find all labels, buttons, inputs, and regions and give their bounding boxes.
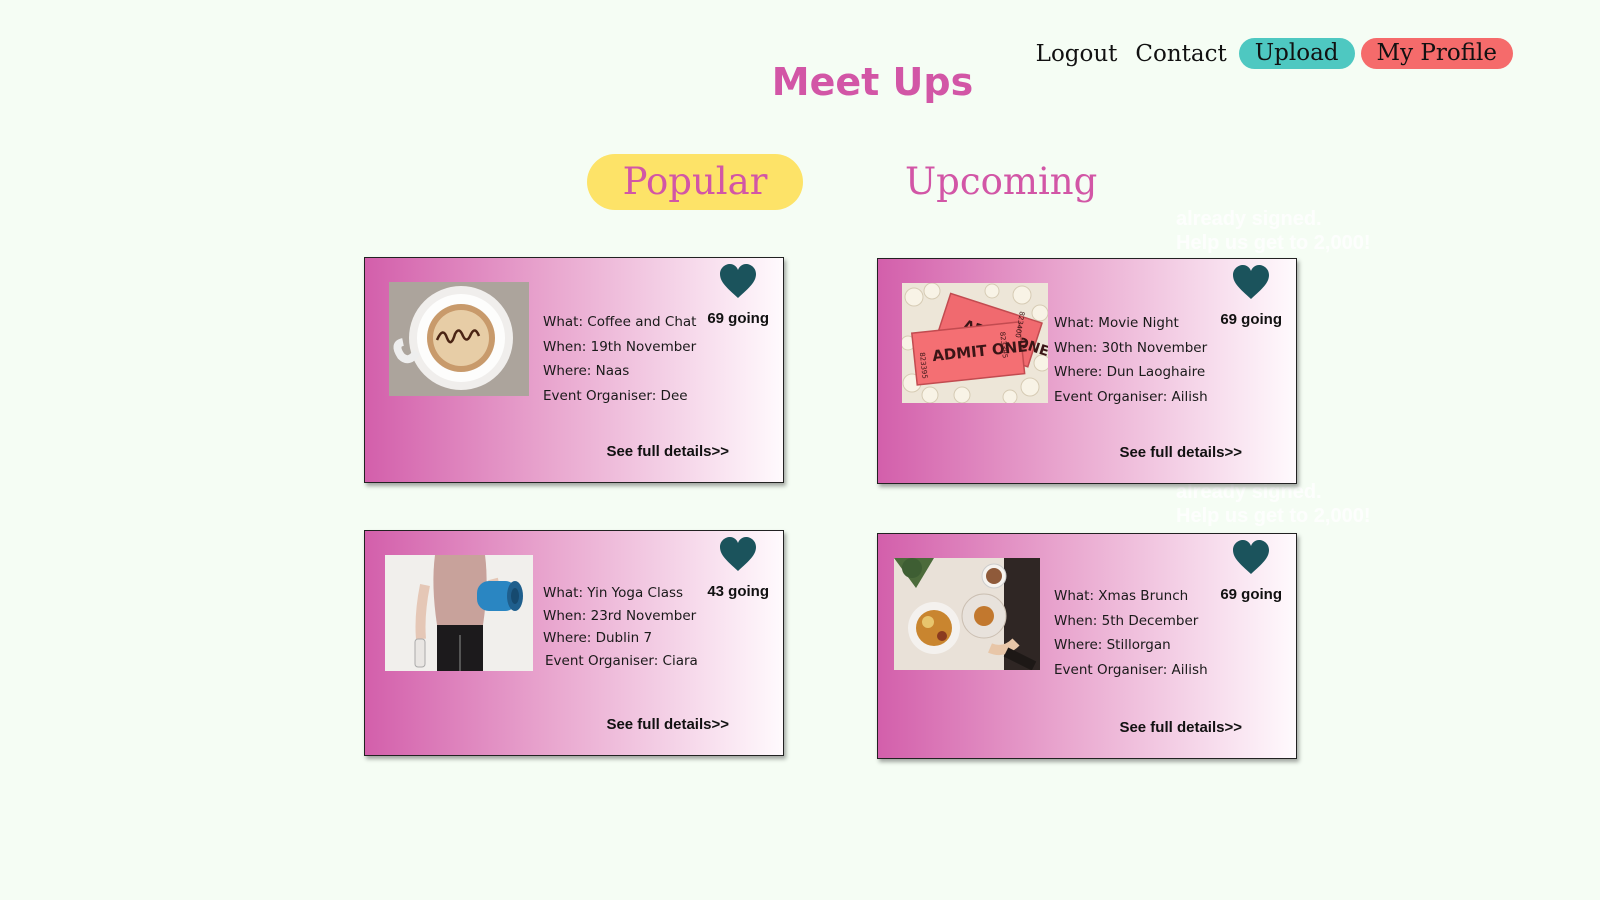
- event-when: When: 30th November: [1054, 339, 1208, 356]
- ghost-line: already signed.: [1176, 208, 1322, 230]
- going-count: 69 going: [1220, 586, 1282, 603]
- event-details: What: Coffee and Chat When: 19th Novembe…: [543, 310, 696, 408]
- ghost-line: Help us get to 2,000!: [1176, 505, 1371, 527]
- yoga-mat-person-image: [385, 555, 533, 671]
- coffee-cup-image: [389, 282, 529, 396]
- going-count: 69 going: [707, 310, 769, 327]
- event-what: What: Movie Night: [1054, 315, 1179, 331]
- event-card-movie[interactable]: ADMIT ONE ADMIT ONE 823395 823395 823400…: [877, 258, 1297, 484]
- event-where: Where: Dublin 7: [543, 630, 653, 646]
- going-count: 69 going: [1220, 311, 1282, 328]
- ghost-signup-text-top: already signed. Help us get to 2,000!: [1176, 207, 1371, 255]
- movie-tickets-popcorn-image: ADMIT ONE ADMIT ONE 823395 823395 823400: [902, 283, 1048, 403]
- event-details: What: Yin Yoga Class When: 23rd November…: [543, 582, 698, 672]
- heart-icon[interactable]: [719, 537, 757, 573]
- event-when: When: 23rd November: [543, 607, 697, 624]
- see-full-details-link[interactable]: See full details>>: [1119, 444, 1242, 461]
- event-when: When: 19th November: [543, 338, 697, 355]
- event-details: What: Movie Night When: 30th November Wh…: [1054, 311, 1208, 409]
- see-full-details-link[interactable]: See full details>>: [606, 716, 729, 733]
- event-card-yoga[interactable]: What: Yin Yoga Class When: 23rd November…: [364, 530, 784, 756]
- event-organiser: Event Organiser: Ailish: [1054, 388, 1208, 405]
- event-what: What: Xmas Brunch: [1054, 588, 1189, 604]
- going-count: 43 going: [707, 583, 769, 600]
- event-where: Where: Stillorgan: [1054, 637, 1171, 653]
- page-title: Meet Ups: [771, 60, 974, 104]
- see-full-details-link[interactable]: See full details>>: [606, 443, 729, 460]
- heart-icon[interactable]: [1232, 540, 1270, 576]
- see-full-details-link[interactable]: See full details>>: [1119, 719, 1242, 736]
- event-card-brunch[interactable]: What: Xmas Brunch When: 5th December Whe…: [877, 533, 1297, 759]
- event-what: What: Coffee and Chat: [543, 314, 697, 330]
- event-where: Where: Naas: [543, 363, 630, 379]
- ghost-line: Help us get to 2,000!: [1176, 232, 1371, 254]
- heart-icon[interactable]: [719, 264, 757, 300]
- event-when: When: 5th December: [1054, 612, 1199, 629]
- heart-icon[interactable]: [1232, 265, 1270, 301]
- event-organiser: Event Organiser: Ciara: [545, 652, 698, 669]
- event-card-coffee[interactable]: What: Coffee and Chat When: 19th Novembe…: [364, 257, 784, 483]
- ghost-signup-text-bottom: already signed. Help us get to 2,000!: [1176, 480, 1371, 528]
- event-organiser: Event Organiser: Ailish: [1054, 661, 1208, 678]
- event-details: What: Xmas Brunch When: 5th December Whe…: [1054, 584, 1208, 682]
- event-organiser: Event Organiser: Dee: [543, 387, 688, 404]
- event-where: Where: Dun Laoghaire: [1054, 364, 1206, 380]
- tab-popular[interactable]: Popular: [587, 154, 803, 210]
- tab-upcoming[interactable]: Upcoming: [905, 154, 1097, 210]
- tab-bar: Popular Upcoming: [0, 154, 1600, 210]
- event-what: What: Yin Yoga Class: [543, 585, 684, 601]
- brunch-table-image: [894, 558, 1040, 670]
